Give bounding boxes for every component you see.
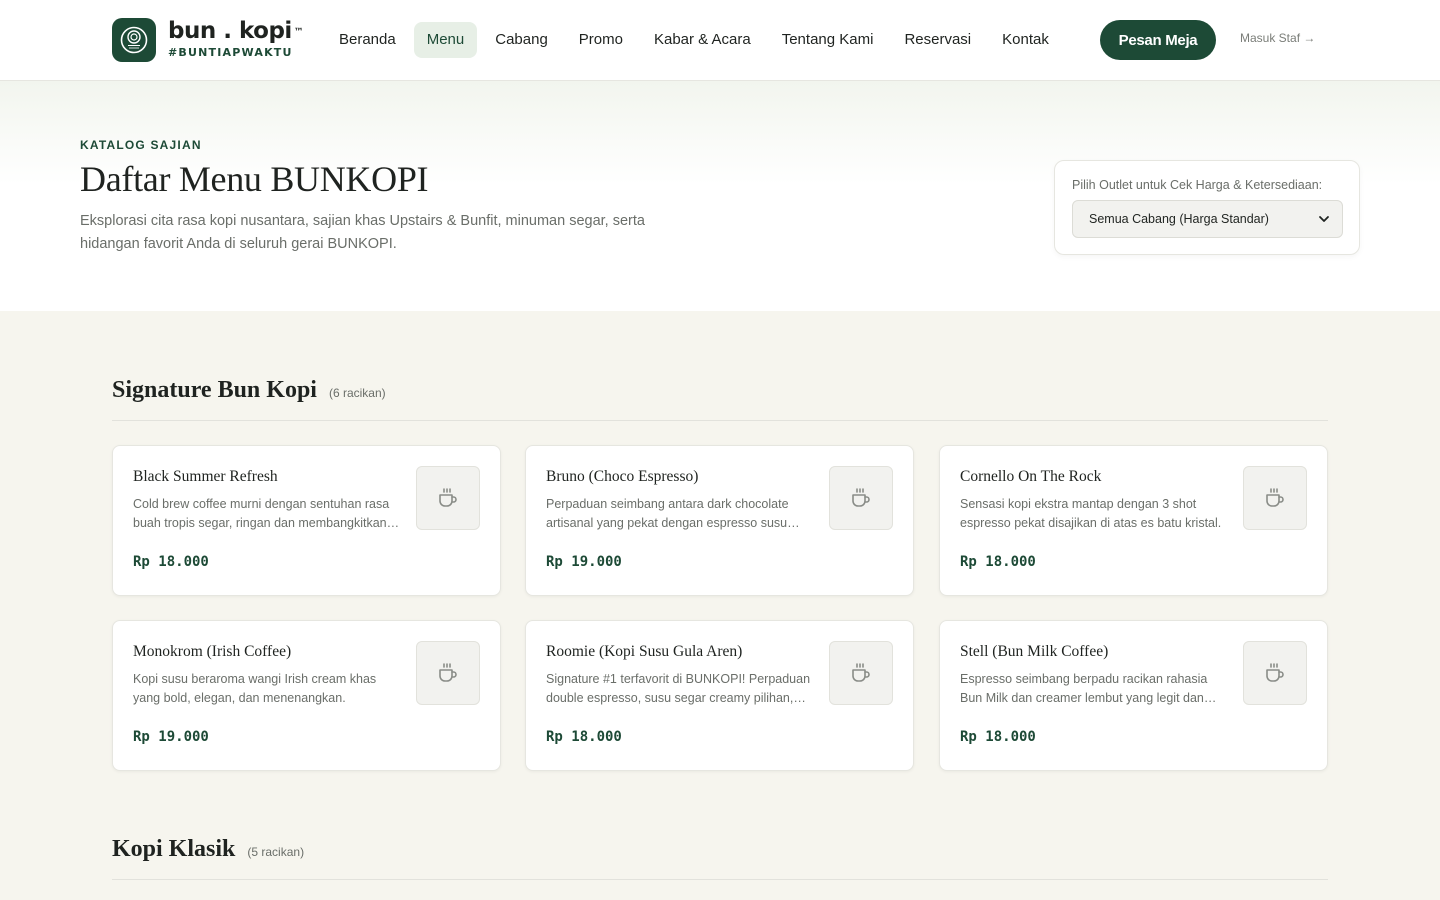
menu-item-thumbnail: [829, 641, 893, 705]
menu-item-thumbnail: [829, 466, 893, 530]
chevron-down-icon: [1319, 216, 1329, 222]
coffee-cup-icon: [852, 488, 870, 507]
site-header: bun . kopi ™ #BUNTIAPWAKTU Beranda Menu C…: [0, 0, 1440, 81]
hero-section: KATALOG SAJIAN Daftar Menu BUNKOPI Ekspl…: [0, 81, 1440, 311]
menu-card[interactable]: Stell (Bun Milk Coffee) Espresso seimban…: [939, 620, 1328, 771]
menu-item-thumbnail: [416, 466, 480, 530]
staff-login-link[interactable]: Masuk Staf →: [1240, 31, 1315, 45]
nav-link-kontak[interactable]: Kontak: [989, 22, 1062, 58]
menu-item-description: Kopi susu beraroma wangi Irish cream kha…: [133, 672, 377, 705]
menu-card[interactable]: Cornello On The Rock Sensasi kopi ekstra…: [939, 445, 1328, 596]
menu-item-price: Rp 18.000: [960, 729, 1036, 745]
nav-link-beranda[interactable]: Beranda: [326, 22, 409, 58]
book-table-button[interactable]: Pesan Meja: [1100, 20, 1216, 60]
brand-tagline: #BUNTIAPWAKTU: [168, 46, 293, 59]
menu-item-name: Bruno (Choco Espresso): [546, 468, 699, 485]
coffee-cup-icon: [852, 663, 870, 682]
section-divider: [112, 879, 1328, 880]
outlet-select-value: Semua Cabang (Harga Standar): [1089, 212, 1269, 226]
coffee-cup-icon: [439, 663, 457, 682]
section-count: (5 racikan): [247, 845, 305, 859]
menu-item-description: Perpaduan seimbang antara dark chocolate…: [546, 497, 789, 530]
menu-item-thumbnail: [1243, 466, 1307, 530]
menu-item-price: Rp 18.000: [546, 729, 622, 745]
nav-link-menu[interactable]: Menu: [413, 22, 478, 58]
section-title: Kopi Klasik: [112, 836, 236, 862]
menu-item-name: Cornello On The Rock: [960, 468, 1102, 485]
menu-card[interactable]: Roomie (Kopi Susu Gula Aren) Signature #…: [525, 620, 914, 771]
menu-item-thumbnail: [416, 641, 480, 705]
logo-emblem-icon: [120, 26, 148, 54]
page-title: Daftar Menu BUNKOPI: [80, 159, 429, 199]
menu-item-description: Cold brew coffee murni dengan sentuhan r…: [133, 497, 390, 530]
menu-item-name: Monokrom (Irish Coffee): [133, 643, 292, 660]
outlet-select[interactable]: Semua Cabang (Harga Standar): [1072, 200, 1343, 238]
brand-wordmark[interactable]: bun . kopi ™ #BUNTIAPWAKTU: [168, 17, 304, 59]
hero-eyebrow: KATALOG SAJIAN: [80, 138, 202, 152]
brand-logo[interactable]: [112, 18, 156, 62]
section-title: Signature Bun Kopi: [112, 377, 317, 403]
coffee-cup-icon: [439, 488, 457, 507]
menu-item-description: Signature #1 terfavorit di BUNKOPI! Perp…: [546, 672, 811, 705]
coffee-cup-icon: [1266, 663, 1284, 682]
outlet-picker-label: Pilih Outlet untuk Cek Harga & Ketersedi…: [1072, 178, 1323, 192]
menu-item-name: Black Summer Refresh: [133, 468, 278, 485]
section-header-kopi-klasik: Kopi Klasik (5 racikan): [112, 836, 1328, 863]
page-description: Eksplorasi cita rasa kopi nusantara, saj…: [80, 213, 645, 252]
nav-link-promo[interactable]: Promo: [566, 22, 636, 58]
section-divider: [112, 420, 1328, 421]
nav-link-reservasi[interactable]: Reservasi: [891, 22, 984, 58]
coffee-cup-icon: [1266, 488, 1284, 507]
outlet-picker-card: Pilih Outlet untuk Cek Harga & Ketersedi…: [1054, 160, 1360, 255]
menu-item-price: Rp 18.000: [960, 554, 1036, 570]
menu-item-name: Roomie (Kopi Susu Gula Aren): [546, 643, 743, 660]
nav-link-cabang[interactable]: Cabang: [482, 22, 561, 58]
menu-item-description: Sensasi kopi ekstra mantap dengan 3 shot…: [960, 497, 1222, 530]
menu-card[interactable]: Black Summer Refresh Cold brew coffee mu…: [112, 445, 501, 596]
menu-item-price: Rp 19.000: [133, 729, 209, 745]
main-nav: Beranda Menu Cabang Promo Kabar & Acara …: [326, 22, 1067, 58]
section-count: (6 racikan): [328, 386, 386, 400]
brand-name: bun . kopi ™: [168, 18, 304, 44]
menu-item-name: Stell (Bun Milk Coffee): [960, 643, 1109, 660]
menu-item-price: Rp 18.000: [133, 554, 209, 570]
menu-item-price: Rp 19.000: [546, 554, 622, 570]
nav-link-kabar-acara[interactable]: Kabar & Acara: [641, 22, 764, 58]
menu-card[interactable]: Monokrom (Irish Coffee) Kopi susu beraro…: [112, 620, 501, 771]
nav-link-tentang-kami[interactable]: Tentang Kami: [769, 22, 887, 58]
menu-item-thumbnail: [1243, 641, 1307, 705]
menu-card[interactable]: Bruno (Choco Espresso) Perpaduan seimban…: [525, 445, 914, 596]
menu-item-description: Espresso seimbang berpadu racikan rahasi…: [960, 672, 1208, 705]
section-header-signature: Signature Bun Kopi (6 racikan): [112, 377, 1328, 404]
